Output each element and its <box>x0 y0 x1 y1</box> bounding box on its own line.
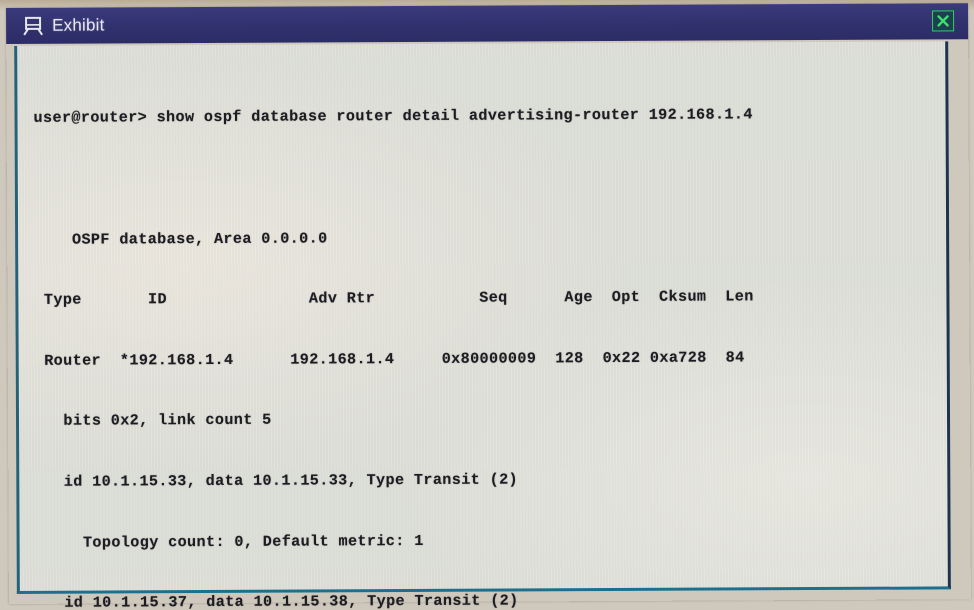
terminal-line: Type ID Adv Rtr Seq Age Opt Cksum Len <box>34 287 754 310</box>
terminal-line: Router *192.168.1.4 192.168.1.4 0x800000… <box>34 348 745 370</box>
exhibit-content-pane: user@router> show ospf database router d… <box>14 41 951 610</box>
window-title: Exhibit <box>52 15 105 35</box>
terminal-output: user@router> show ospf database router d… <box>17 41 952 610</box>
exhibit-window: Exhibit user@router> show ospf database … <box>6 3 971 610</box>
terminal-line: Topology count: 0, Default metric: 1 <box>35 531 424 552</box>
easel-icon <box>22 16 44 36</box>
close-button[interactable] <box>932 10 955 32</box>
terminal-line: bits 0x2, link count 5 <box>34 411 272 431</box>
screenshot-root: Exhibit user@router> show ospf database … <box>0 0 974 610</box>
terminal-line: id 10.1.15.37, data 10.1.15.38, Type Tra… <box>35 591 519 610</box>
terminal-line: OSPF database, Area 0.0.0.0 <box>34 229 328 249</box>
terminal-prompt-line: user@router> show ospf database router d… <box>33 105 753 128</box>
close-x-icon <box>937 15 949 27</box>
terminal-line: id 10.1.15.33, data 10.1.15.33, Type Tra… <box>35 470 519 491</box>
window-titlebar: Exhibit <box>6 3 969 44</box>
